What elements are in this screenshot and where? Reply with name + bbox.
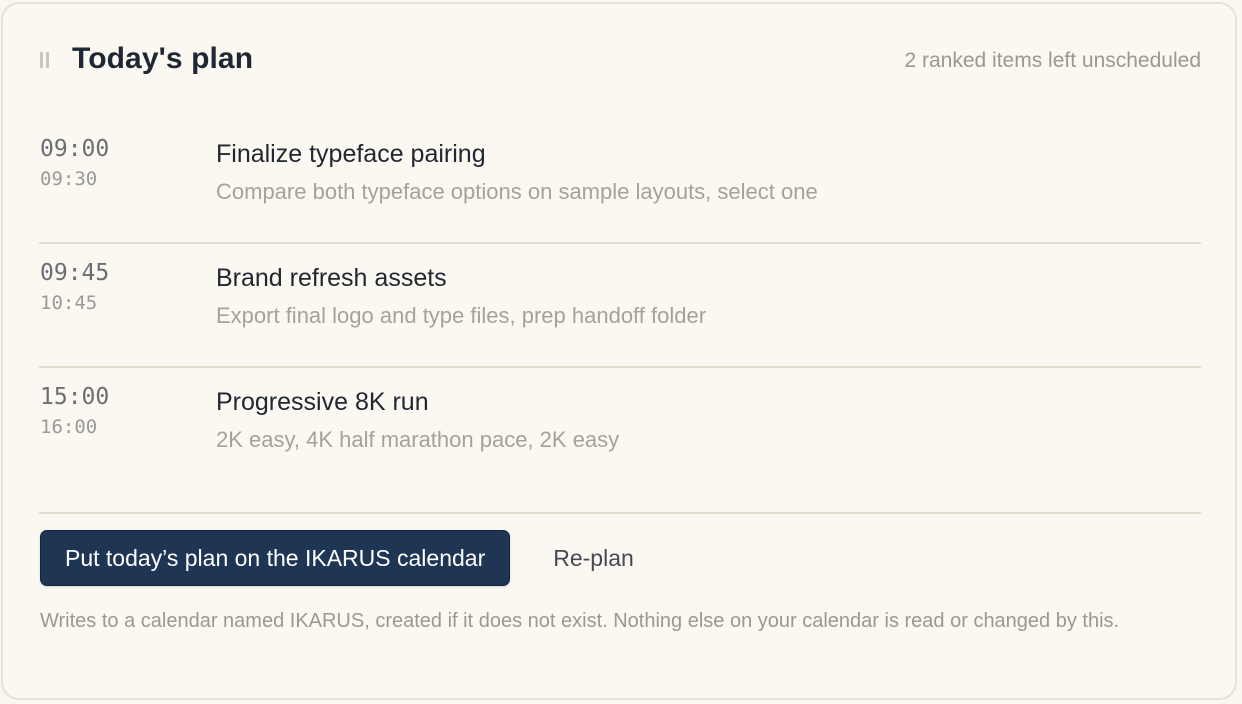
actions-bar: Put today’s plan on the IKARUS calendar … xyxy=(40,529,634,587)
item-body: Progressive 8K run 2K easy, 4K half mara… xyxy=(216,385,619,455)
item-body: Finalize typeface pairing Compare both t… xyxy=(216,137,818,207)
end-time: 10:45 xyxy=(40,292,98,314)
todays-plan-card: Today's plan 2 ranked items left unsched… xyxy=(1,2,1237,700)
list-item[interactable]: 09:00 09:30 Finalize typeface pairing Co… xyxy=(39,120,1201,244)
page-title: Today's plan xyxy=(72,42,254,75)
item-description: Compare both typeface options on sample … xyxy=(216,179,818,204)
item-description: 2K easy, 4K half marathon pace, 2K easy xyxy=(216,427,620,452)
plan-items-list: 09:00 09:30 Finalize typeface pairing Co… xyxy=(39,120,1201,514)
end-time: 09:30 xyxy=(40,168,98,190)
list-item[interactable]: 09:45 10:45 Brand refresh assets Export … xyxy=(39,244,1201,368)
drag-handle-icon[interactable] xyxy=(40,52,50,70)
time-range: 15:00 16:00 xyxy=(40,382,109,442)
add-to-calendar-button[interactable]: Put today’s plan on the IKARUS calendar xyxy=(40,530,511,586)
list-item[interactable]: 15:00 16:00 Progressive 8K run 2K easy, … xyxy=(39,368,1201,514)
card-header: Today's plan 2 ranked items left unsched… xyxy=(3,4,1235,120)
time-range: 09:00 09:30 xyxy=(40,134,109,194)
item-title: Brand refresh assets xyxy=(216,264,447,292)
item-title: Finalize typeface pairing xyxy=(216,140,486,168)
calendar-footnote: Writes to a calendar named IKARUS, creat… xyxy=(40,610,1120,632)
start-time: 15:00 xyxy=(40,384,110,410)
item-description: Export final logo and type files, prep h… xyxy=(216,303,707,328)
item-body: Brand refresh assets Export final logo a… xyxy=(216,261,706,331)
unscheduled-count: 2 ranked items left unscheduled xyxy=(904,49,1201,72)
start-time: 09:45 xyxy=(40,260,110,286)
end-time: 16:00 xyxy=(40,416,98,438)
replan-button[interactable]: Re-plan xyxy=(553,545,634,572)
time-range: 09:45 10:45 xyxy=(40,258,109,318)
item-title: Progressive 8K run xyxy=(216,388,429,416)
start-time: 09:00 xyxy=(40,136,110,162)
